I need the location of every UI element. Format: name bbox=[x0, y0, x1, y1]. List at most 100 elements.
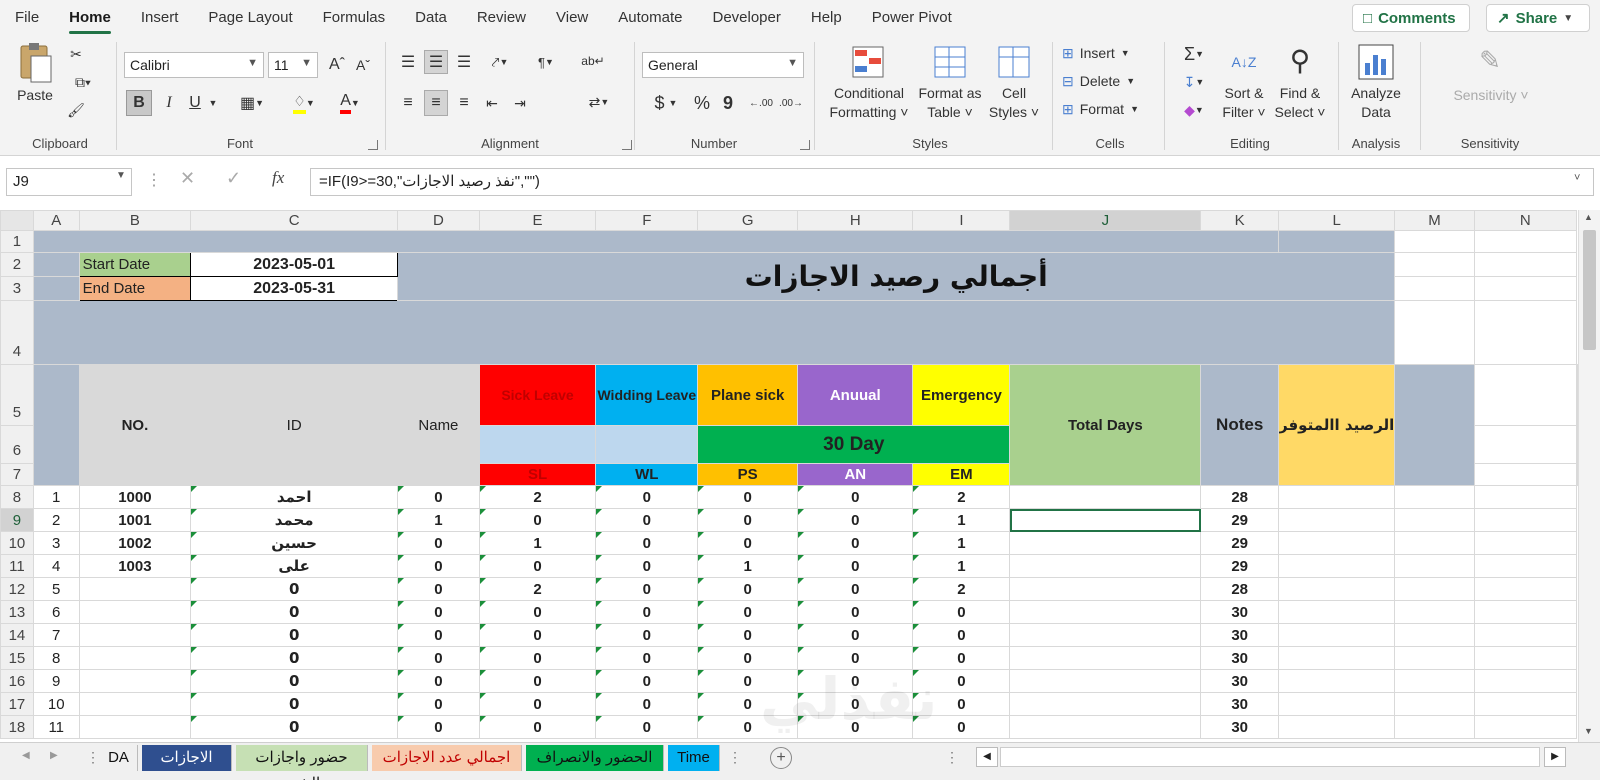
wl-cell[interactable]: 2 bbox=[478, 577, 597, 601]
balance-cell[interactable]: 28 bbox=[1200, 577, 1280, 601]
row-header[interactable]: 2 bbox=[0, 252, 34, 277]
column-header-g[interactable]: G bbox=[697, 210, 799, 231]
cell[interactable] bbox=[1394, 364, 1475, 486]
id-cell[interactable]: 1000 bbox=[78, 485, 192, 509]
id-cell[interactable] bbox=[78, 692, 192, 716]
hscroll-left-icon[interactable]: ◀ bbox=[976, 747, 998, 767]
notes-cell[interactable] bbox=[1009, 577, 1202, 601]
row-header[interactable]: 13 bbox=[0, 600, 34, 624]
sl-cell[interactable]: 0 bbox=[397, 623, 480, 647]
wl-cell[interactable]: 0 bbox=[478, 600, 597, 624]
ps-cell[interactable]: 0 bbox=[595, 715, 699, 739]
sheet-tab[interactable]: حضور واجازات الشهر bbox=[236, 745, 368, 780]
column-header-c[interactable]: C bbox=[190, 210, 399, 231]
menu-tab-home[interactable]: Home bbox=[54, 0, 126, 36]
menu-tab-page-layout[interactable]: Page Layout bbox=[193, 0, 307, 36]
total-cell[interactable]: 2 bbox=[912, 485, 1011, 509]
cell[interactable] bbox=[1394, 276, 1475, 301]
cell[interactable] bbox=[32, 276, 80, 301]
ps-cell[interactable]: 0 bbox=[595, 646, 699, 670]
copy-icon[interactable]: ⧉▾ bbox=[66, 72, 100, 92]
align-center-icon[interactable]: ≡ bbox=[424, 90, 448, 116]
sort-filter-button[interactable]: Sort & Filter ˅ bbox=[1218, 84, 1270, 122]
more-tabs-icon[interactable]: ⋮ bbox=[86, 749, 100, 766]
cell[interactable] bbox=[1473, 276, 1578, 301]
no-cell[interactable]: 4 bbox=[32, 554, 80, 578]
total-cell[interactable]: 1 bbox=[912, 531, 1011, 555]
column-header-k[interactable]: K bbox=[1200, 210, 1280, 231]
notes-cell[interactable] bbox=[1009, 508, 1202, 532]
cell[interactable] bbox=[1473, 230, 1578, 253]
increase-decimal-icon[interactable]: ←.00 bbox=[748, 90, 774, 116]
cell[interactable] bbox=[32, 252, 80, 277]
an-cell[interactable]: 0 bbox=[697, 508, 799, 532]
cell[interactable] bbox=[1394, 508, 1475, 532]
bold-button[interactable]: B bbox=[126, 90, 152, 116]
ps-cell[interactable]: 0 bbox=[595, 485, 699, 509]
cell-styles-button[interactable]: Cell Styles ˅ bbox=[986, 84, 1042, 122]
sl-cell[interactable]: 0 bbox=[397, 715, 480, 739]
percent-button[interactable]: % bbox=[690, 90, 714, 116]
notes-cell[interactable] bbox=[1009, 485, 1202, 509]
menu-tab-review[interactable]: Review bbox=[462, 0, 541, 36]
cell[interactable] bbox=[1473, 623, 1578, 647]
notes-cell[interactable] bbox=[1009, 646, 1202, 670]
column-header-d[interactable]: D bbox=[397, 210, 480, 231]
wl-cell[interactable]: 0 bbox=[478, 508, 597, 532]
total-cell[interactable]: 1 bbox=[912, 508, 1011, 532]
splitter-icon[interactable]: ⋮ bbox=[945, 749, 959, 766]
scroll-thumb[interactable] bbox=[1583, 230, 1596, 350]
cell[interactable] bbox=[1278, 646, 1396, 670]
alignment-dialog-launcher-icon[interactable] bbox=[622, 140, 632, 150]
cell[interactable] bbox=[1278, 692, 1396, 716]
cell[interactable] bbox=[1473, 485, 1578, 509]
menu-tab-power-pivot[interactable]: Power Pivot bbox=[857, 0, 967, 36]
sl-cell[interactable]: 0 bbox=[397, 554, 480, 578]
fill-color-icon[interactable]: ♢ ▼ bbox=[284, 90, 324, 116]
id-cell[interactable] bbox=[78, 600, 192, 624]
row-header[interactable]: 6 bbox=[0, 425, 34, 464]
tab-scroll-left-icon[interactable]: ◀ bbox=[22, 750, 30, 761]
wl-cell[interactable]: 0 bbox=[478, 646, 597, 670]
name-cell[interactable]: حسين bbox=[190, 531, 399, 555]
em-cell[interactable]: 0 bbox=[797, 600, 914, 624]
total-cell[interactable]: 2 bbox=[912, 577, 1011, 601]
no-cell[interactable]: 6 bbox=[32, 600, 80, 624]
balance-cell[interactable]: 30 bbox=[1200, 600, 1280, 624]
chevron-down-icon[interactable]: ▼ bbox=[206, 90, 220, 116]
cell[interactable] bbox=[1278, 485, 1396, 509]
no-cell[interactable]: 3 bbox=[32, 531, 80, 555]
sheet-tab[interactable]: الحضور والانصراف bbox=[526, 745, 664, 771]
no-cell[interactable]: 10 bbox=[32, 692, 80, 716]
add-sheet-icon[interactable]: + bbox=[770, 747, 792, 769]
format-cells-button[interactable]: ⊞ Format ▼ bbox=[1062, 98, 1158, 120]
cell[interactable] bbox=[1473, 577, 1578, 601]
align-bottom-icon[interactable]: ☰ bbox=[452, 50, 476, 74]
cell[interactable] bbox=[1394, 554, 1475, 578]
total-cell[interactable]: 0 bbox=[912, 600, 1011, 624]
conditional-formatting-icon[interactable] bbox=[850, 44, 886, 80]
insert-cells-button[interactable]: ⊞ Insert ▼ bbox=[1062, 42, 1158, 64]
cell[interactable] bbox=[1473, 554, 1578, 578]
enter-icon[interactable]: ✓ bbox=[226, 168, 241, 189]
ps-cell[interactable]: 0 bbox=[595, 577, 699, 601]
number-dialog-launcher-icon[interactable] bbox=[800, 140, 810, 150]
name-cell[interactable]: 0 bbox=[190, 646, 399, 670]
column-header-a[interactable]: A bbox=[32, 210, 80, 231]
sl-cell[interactable]: 0 bbox=[397, 485, 480, 509]
notes-cell[interactable] bbox=[1009, 554, 1202, 578]
no-cell[interactable]: 9 bbox=[32, 669, 80, 693]
increase-indent-icon[interactable]: ⇥ bbox=[508, 90, 532, 116]
insert-function-button[interactable]: fx bbox=[272, 168, 284, 188]
cell[interactable] bbox=[1473, 463, 1578, 486]
worksheet-grid[interactable]: A B C D E F G H I J K L M N 1 2 Start Da… bbox=[0, 210, 1578, 742]
cell[interactable] bbox=[1394, 531, 1475, 555]
notes-cell[interactable] bbox=[1009, 531, 1202, 555]
wrap-text-icon[interactable]: ab↵ bbox=[580, 46, 606, 76]
total-cell[interactable]: 1 bbox=[912, 554, 1011, 578]
cell[interactable] bbox=[1473, 531, 1578, 555]
column-header-f[interactable]: F bbox=[595, 210, 699, 231]
id-cell[interactable] bbox=[78, 715, 192, 739]
sheet-tab[interactable]: الاجازات bbox=[142, 745, 232, 771]
start-date-value[interactable]: 2023-05-01 bbox=[190, 252, 399, 277]
